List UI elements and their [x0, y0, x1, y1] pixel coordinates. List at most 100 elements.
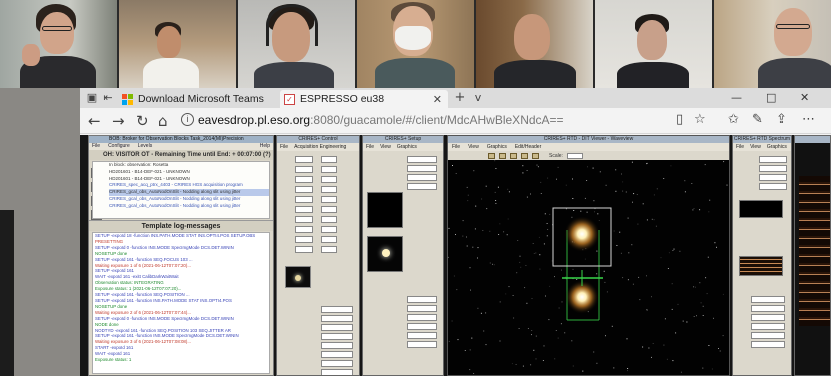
ob-tree-row[interactable]: CRIRES_gcal_obs_AutoNodOnSlit - Nodding … [109, 203, 269, 210]
tab-actions-icon[interactable]: ▣ [86, 92, 98, 104]
control-field[interactable] [295, 176, 313, 183]
detector-image[interactable] [448, 160, 729, 375]
participant-tile-3[interactable] [238, 0, 355, 88]
control-field[interactable] [321, 369, 353, 375]
control-field[interactable] [321, 196, 337, 203]
control-field[interactable] [751, 305, 785, 312]
participant-tile-7[interactable] [714, 0, 831, 88]
control-field[interactable] [321, 226, 337, 233]
acq-menu-engineering[interactable]: Acquisition Engineering [294, 143, 346, 151]
control-field[interactable] [321, 186, 337, 193]
tab-menu-button[interactable]: v [472, 92, 484, 104]
control-field[interactable] [321, 166, 337, 173]
control-field[interactable] [321, 236, 337, 243]
control-field[interactable] [321, 306, 353, 313]
acq-menu-file[interactable]: File [280, 143, 288, 151]
minimize-button[interactable]: — [731, 91, 742, 104]
tool-icon[interactable] [488, 152, 495, 159]
tool-icon[interactable] [532, 152, 539, 159]
control-field[interactable] [295, 236, 313, 243]
control-field[interactable] [751, 341, 785, 348]
maximize-button[interactable]: □ [766, 91, 776, 104]
control-field[interactable] [321, 351, 353, 358]
tool-icon[interactable] [499, 152, 506, 159]
ob-menu-file[interactable]: File [92, 143, 100, 150]
home-icon[interactable]: ⌂ [158, 112, 168, 130]
control-field[interactable] [407, 296, 437, 303]
control-field[interactable] [321, 246, 337, 253]
participant-tile-2[interactable] [119, 0, 236, 88]
tool-icon[interactable] [510, 152, 517, 159]
new-tab-button[interactable]: + [454, 91, 466, 104]
control-field[interactable] [759, 183, 787, 190]
control-field[interactable] [295, 206, 313, 213]
control-field[interactable] [295, 166, 313, 173]
ob-menu-levels[interactable]: Levels [138, 143, 152, 150]
ob-tree-row[interactable]: CRIRES_spec_acq_ptrx_4403 - CRIRES HGS a… [109, 182, 269, 189]
favorites-hub-icon[interactable]: ✩ [728, 112, 739, 127]
ob-tree-row[interactable]: HD201601 - B14-DEF-021 - UNKNOWN [109, 169, 269, 176]
close-window-button[interactable]: ✕ [800, 91, 809, 104]
ob-menu-help[interactable]: Help [260, 143, 270, 150]
control-field[interactable] [295, 216, 313, 223]
control-field[interactable] [321, 206, 337, 213]
tool-icon[interactable] [521, 152, 528, 159]
participant-tile-6[interactable] [595, 0, 712, 88]
setup-menu-view[interactable]: View [380, 143, 391, 151]
forward-arrow-icon[interactable]: → [112, 112, 125, 130]
more-icon[interactable]: ⋯ [802, 112, 815, 127]
viewer-menu-file[interactable]: File [452, 143, 460, 151]
control-field[interactable] [759, 165, 787, 172]
control-field[interactable] [321, 324, 353, 331]
control-field[interactable] [407, 174, 437, 181]
share-icon[interactable]: ⇪ [776, 112, 787, 127]
ob-tree[interactable]: In block: observation: Rosetta HD201601 … [92, 161, 270, 219]
favorite-star-icon[interactable]: ☆ [694, 112, 706, 127]
control-field[interactable] [407, 323, 437, 330]
ob-tree-row[interactable]: In block: observation: Rosetta [109, 162, 269, 169]
setup-menu-file[interactable]: File [366, 143, 374, 151]
close-tab-icon[interactable]: ✕ [433, 93, 442, 106]
control-field[interactable] [751, 296, 785, 303]
control-field[interactable] [407, 156, 437, 163]
control-field[interactable] [759, 156, 787, 163]
control-field[interactable] [321, 360, 353, 367]
scale-field[interactable] [566, 152, 583, 159]
control-field[interactable] [751, 314, 785, 321]
viewer-menu-graphics[interactable]: Graphics [487, 143, 507, 151]
control-field[interactable] [407, 165, 437, 172]
control-field[interactable] [321, 216, 337, 223]
control-field[interactable] [407, 183, 437, 190]
control-field[interactable] [407, 305, 437, 312]
refresh-icon[interactable]: ↻ [136, 112, 149, 130]
control-field[interactable] [751, 323, 785, 330]
control-field[interactable] [295, 226, 313, 233]
ob-tree-row[interactable]: CRIRES_gcal_obs_AutoNodOnSlit - Nodding … [109, 189, 269, 196]
tab-espresso[interactable]: ✓ ESPRESSO eu38 ✕ [280, 90, 448, 108]
tab-download-teams[interactable]: Download Microsoft Teams [118, 90, 278, 108]
control-field[interactable] [295, 156, 313, 163]
control-field[interactable] [321, 342, 353, 349]
notes-pen-icon[interactable]: ✎ [752, 112, 763, 127]
remote-desktop-area[interactable]: BOB: Broker for Observation Blocks Task_… [80, 135, 831, 376]
address-bar[interactable]: eavesdrop.pl.eso.org:8080/guacamole/#/cl… [198, 113, 564, 127]
spec-menu-graphics[interactable]: Graphics [767, 143, 787, 151]
viewer-menu-header[interactable]: Edit/Header [515, 143, 541, 151]
participant-tile-1[interactable] [0, 0, 117, 88]
control-field[interactable] [321, 156, 337, 163]
spec-menu-file[interactable]: File [736, 143, 744, 151]
control-field[interactable] [759, 174, 787, 181]
control-field[interactable] [407, 341, 437, 348]
site-info-icon[interactable]: i [181, 113, 194, 126]
control-field[interactable] [295, 246, 313, 253]
viewer-menu-view[interactable]: View [468, 143, 479, 151]
control-field[interactable] [295, 186, 313, 193]
control-field[interactable] [751, 332, 785, 339]
spectrum-display[interactable] [794, 135, 831, 376]
tab-back-icon[interactable]: ⇤ [102, 92, 114, 104]
setup-menu-graphics[interactable]: Graphics [397, 143, 417, 151]
participant-tile-5[interactable] [476, 0, 593, 88]
back-arrow-icon[interactable]: ← [88, 112, 101, 130]
control-field[interactable] [295, 196, 313, 203]
ob-tree-row[interactable]: CRIRES_gcal_obs_AutoNodOnSlit - Nodding … [109, 196, 269, 203]
